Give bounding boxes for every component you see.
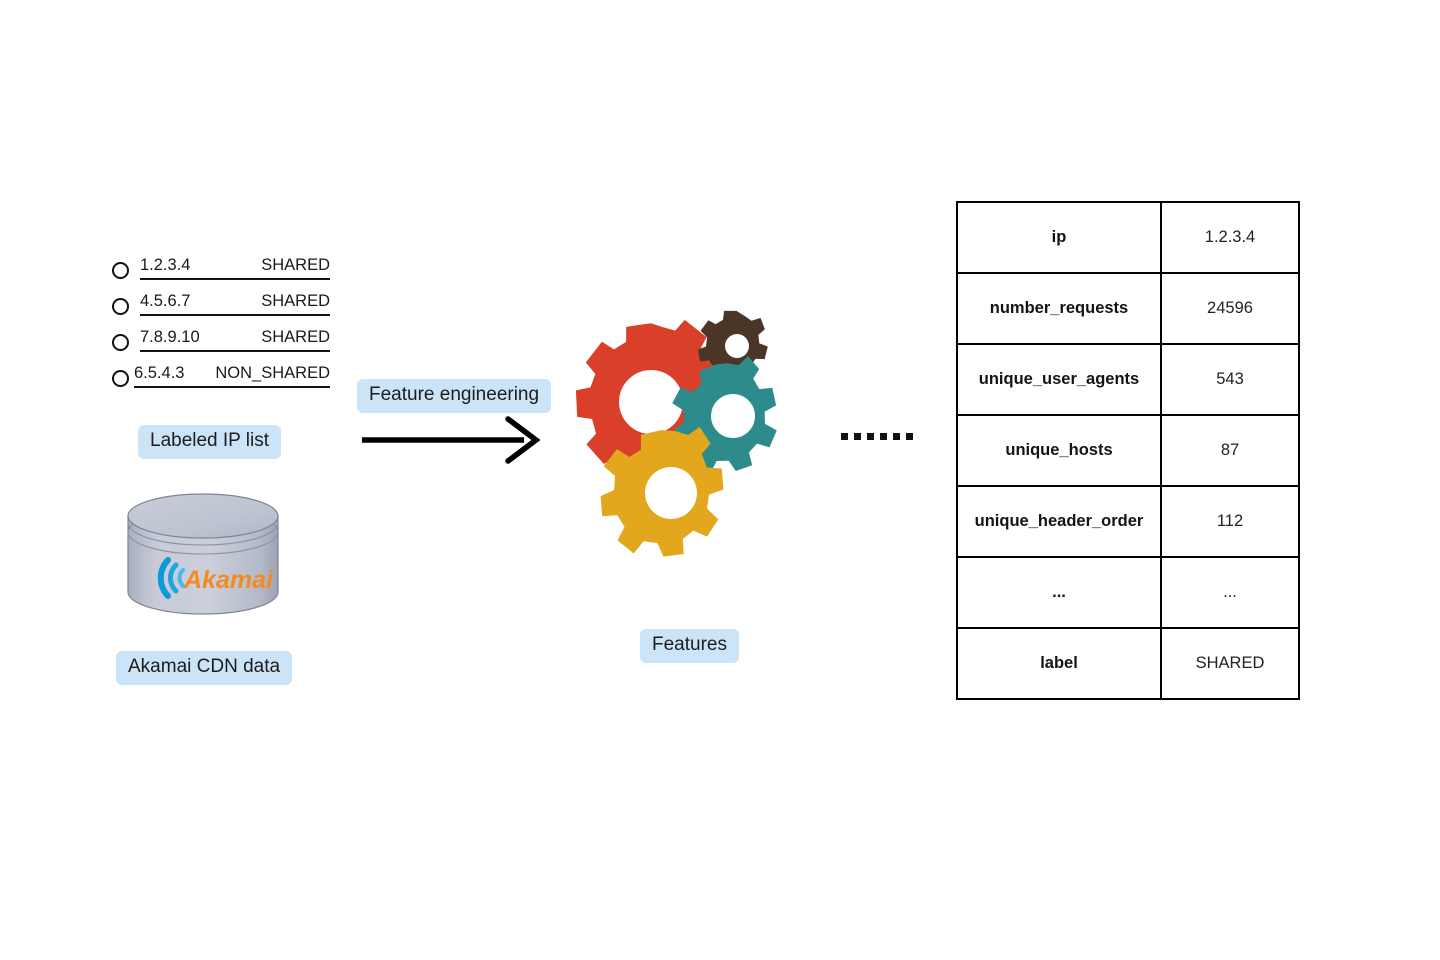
ellipsis-dot (841, 433, 848, 440)
table-row: ... ... (956, 556, 1300, 629)
circle-bullet-icon (112, 334, 129, 351)
ip-class-label: SHARED (261, 292, 330, 310)
list-item: 6.5.4.3 NON_SHARED (112, 364, 330, 400)
akamai-cdn-caption: Akamai CDN data (116, 651, 293, 685)
table-row: number_requests 24596 (956, 272, 1300, 345)
circle-bullet-icon (112, 370, 129, 387)
ip-address: 7.8.9.10 (140, 328, 200, 346)
feature-key: ip (956, 201, 1162, 274)
list-item: 1.2.3.4 SHARED (112, 256, 330, 292)
circle-bullet-icon (112, 298, 129, 315)
ip-class-label: SHARED (261, 256, 330, 274)
feature-value: 543 (1160, 343, 1300, 416)
feature-key: unique_user_agents (956, 343, 1162, 416)
akamai-logo-text: Akamai (183, 566, 274, 594)
table-row: ip 1.2.3.4 (956, 201, 1300, 274)
akamai-cdn-database-icon: Akamai (124, 492, 282, 616)
feature-engineering-caption: Feature engineering (357, 379, 552, 413)
ip-class-label: NON_SHARED (215, 364, 330, 382)
feature-value: ... (1160, 556, 1300, 629)
table-row: unique_header_order 112 (956, 485, 1300, 558)
ip-address: 4.5.6.7 (140, 292, 191, 310)
features-caption: Features (640, 629, 739, 663)
table-row: unique_user_agents 543 (956, 343, 1300, 416)
list-item: 4.5.6.7 SHARED (112, 292, 330, 328)
ellipsis-dot (893, 433, 900, 440)
labeled-ip-list: 1.2.3.4 SHARED 4.5.6.7 SHARED 7.8.9.10 S… (112, 256, 330, 400)
ellipsis-dot (880, 433, 887, 440)
feature-key: number_requests (956, 272, 1162, 345)
feature-key: unique_header_order (956, 485, 1162, 558)
ip-address: 1.2.3.4 (140, 256, 191, 274)
labeled-ip-list-caption: Labeled IP list (138, 425, 282, 459)
table-row: unique_hosts 87 (956, 414, 1300, 487)
feature-value: 1.2.3.4 (1160, 201, 1300, 274)
ellipsis-dots (841, 433, 913, 440)
table-row: label SHARED (956, 627, 1300, 700)
feature-key: ... (956, 556, 1162, 629)
feature-value: 87 (1160, 414, 1300, 487)
circle-bullet-icon (112, 262, 129, 279)
feature-table: ip 1.2.3.4 number_requests 24596 unique_… (956, 201, 1300, 700)
ellipsis-dot (867, 433, 874, 440)
feature-key: label (956, 627, 1162, 700)
ip-address: 6.5.4.3 (134, 364, 185, 382)
right-arrow-icon (358, 415, 544, 465)
ellipsis-dot (906, 433, 913, 440)
feature-value: 112 (1160, 485, 1300, 558)
gears-illustration (570, 310, 810, 565)
feature-value: 24596 (1160, 272, 1300, 345)
feature-key: unique_hosts (956, 414, 1162, 487)
feature-value: SHARED (1160, 627, 1300, 700)
list-item: 7.8.9.10 SHARED (112, 328, 330, 364)
ellipsis-dot (854, 433, 861, 440)
ip-class-label: SHARED (261, 328, 330, 346)
